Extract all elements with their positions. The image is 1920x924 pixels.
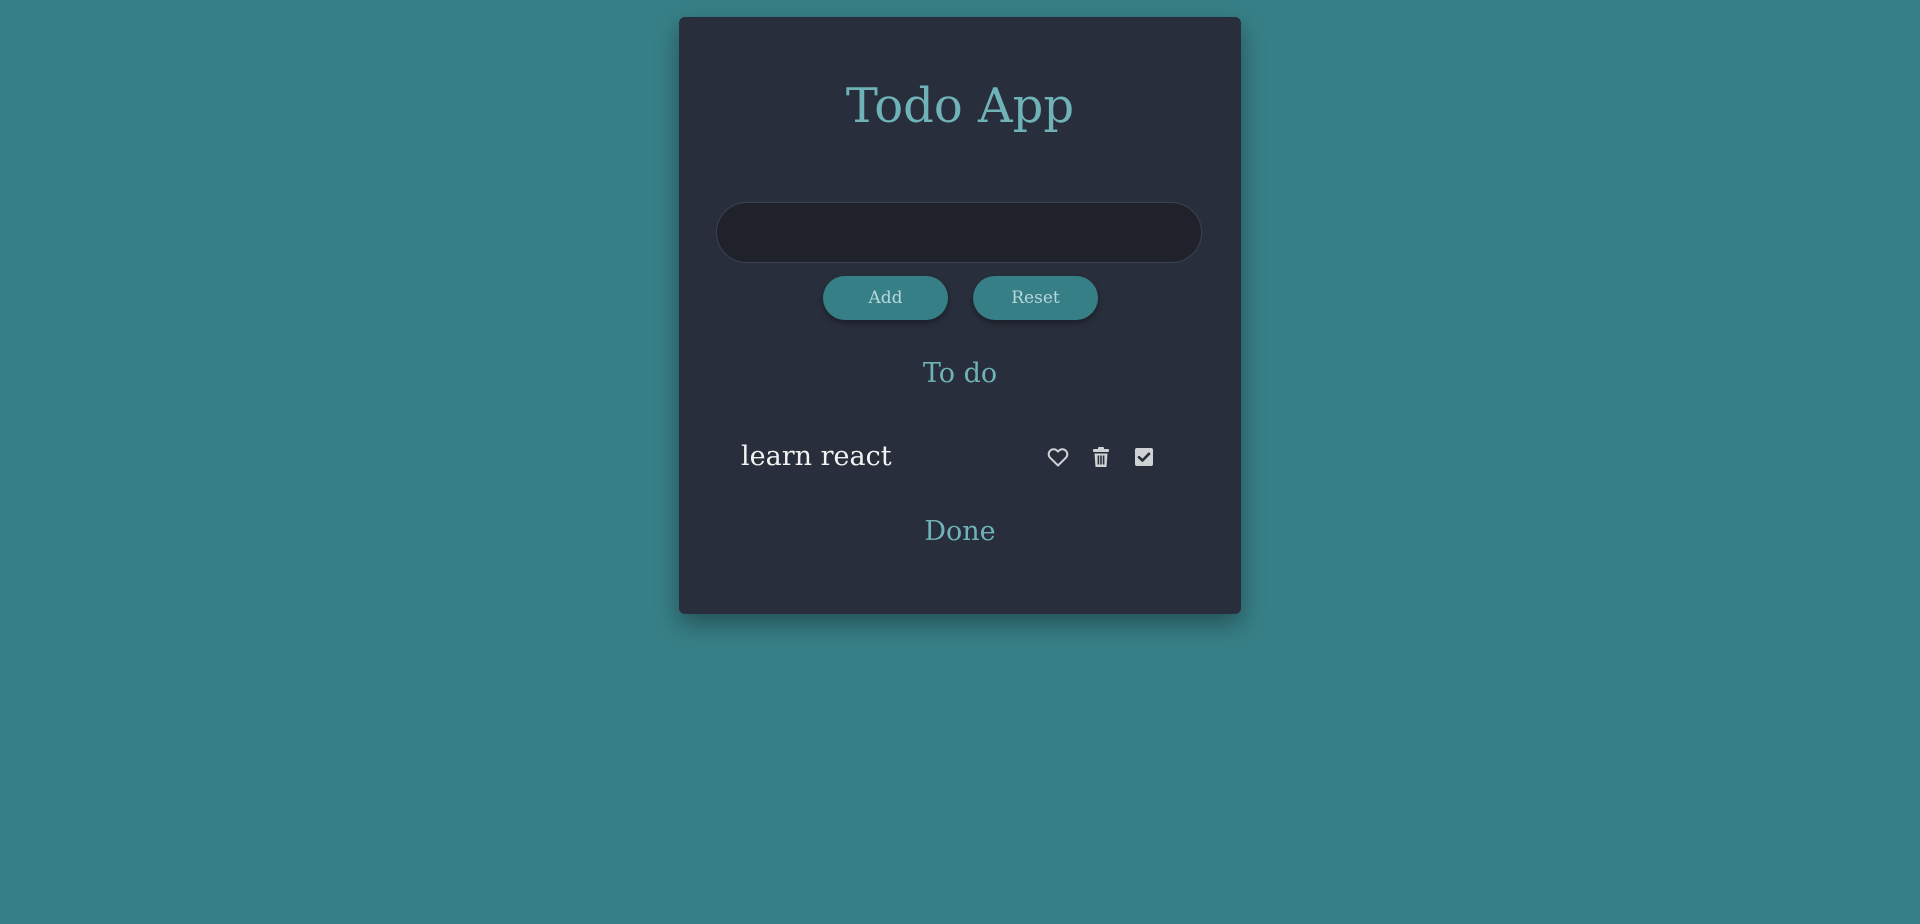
todo-card: Todo App Add Reset To do learn react Don… [679,17,1241,614]
trash-icon[interactable] [1089,445,1113,469]
heart-icon[interactable] [1046,445,1070,469]
checkbox-checked-icon[interactable] [1132,445,1156,469]
done-section-title: Done [924,516,996,547]
todo-item-text: learn react [741,441,892,472]
todo-item: learn react [741,435,1191,479]
app-title: Todo App [845,78,1075,134]
task-input[interactable] [716,202,1202,263]
add-button[interactable]: Add [823,276,948,320]
todo-section-title: To do [922,358,998,389]
reset-button[interactable]: Reset [973,276,1098,320]
